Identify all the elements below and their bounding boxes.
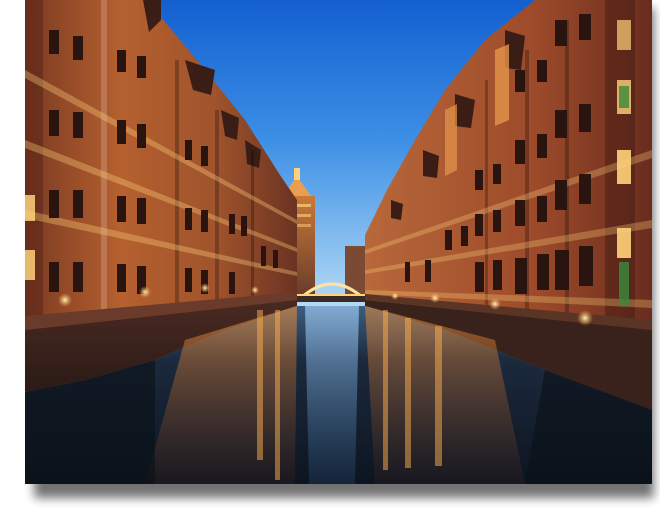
photo-frame (0, 0, 660, 513)
canal-photo (25, 0, 652, 484)
